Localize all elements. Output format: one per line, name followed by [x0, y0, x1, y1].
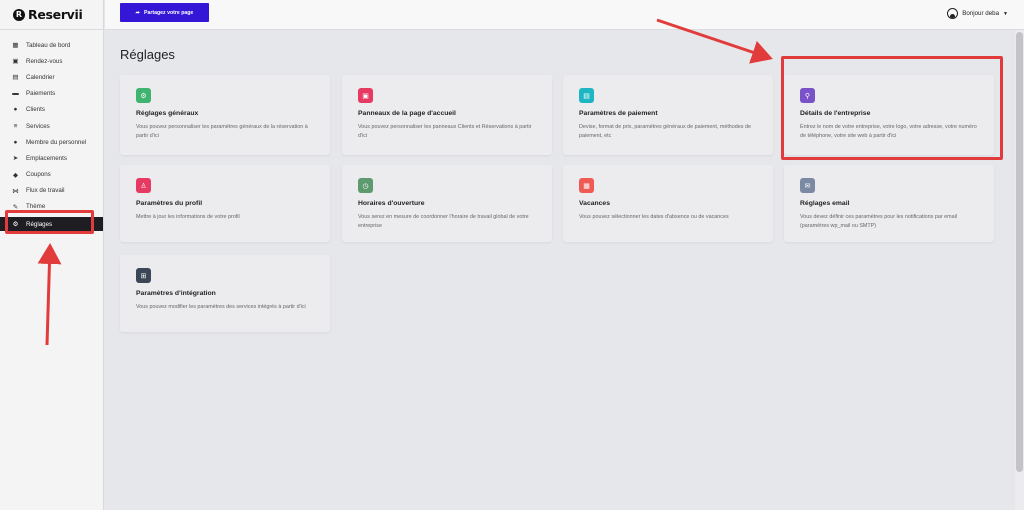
sidebar-nav: ▦ Tableau de bord ▣ Rendez-vous ▤ Calendrier ▬…	[0, 30, 103, 232]
card-description: Mettre à jour les informations de votre …	[136, 214, 240, 220]
vacation-calendar-icon: ▦	[579, 178, 594, 193]
email-icon: ✉	[800, 178, 815, 193]
highlight-box-business-details	[781, 56, 1003, 160]
integration-icon: ⊞	[136, 268, 151, 283]
card-description: Vous pouvez sélectionner les dates d'abs…	[579, 214, 729, 220]
brand-name: Reservii	[28, 7, 83, 22]
card-title: Horaires d'ouverture	[358, 200, 425, 207]
share-page-label: Partagez votre page	[144, 9, 194, 16]
payment-icon: ▤	[579, 88, 594, 103]
sidebar-item-services[interactable]: ≡ Services	[0, 118, 103, 134]
user-avatar-icon	[947, 8, 959, 19]
settings-card-vacation-calendar[interactable]: ▦ Vacances Vous pouvez sélectionner les da…	[563, 165, 773, 242]
brand-logo[interactable]: R Reservii	[0, 0, 103, 30]
sidebar-item-label: Calendrier	[26, 73, 55, 81]
sidebar-item-tableau-de-bord[interactable]: ▦ Tableau de bord	[0, 37, 103, 53]
settings-card-profile[interactable]: ♙ Paramètres du profil Mettre à jour les i…	[120, 165, 330, 242]
settings-card-clock[interactable]: ◷ Horaires d'ouverture Vous serez en mesur…	[342, 165, 552, 242]
card-description: Devise, format de prix, paramètres génér…	[579, 124, 751, 139]
share-icon: ➦	[135, 9, 141, 16]
clock-icon: ◷	[358, 178, 373, 193]
card-title: Réglages email	[800, 200, 850, 207]
card-description: Vous pouvez modifier les paramètres des …	[136, 304, 306, 310]
calendar-icon: ▤	[12, 74, 19, 82]
chevron-down-icon: ▼	[1003, 10, 1008, 17]
sidebar-item-label: Membre du personnel	[26, 138, 87, 146]
share-page-button[interactable]: ➦ Partagez votre page	[120, 3, 209, 22]
sidebar-item-label: Rendez-vous	[26, 57, 63, 65]
sidebar: R Reservii ▦ Tableau de bord ▣ Rendez-vous ▤…	[0, 0, 104, 510]
card-description: Vous pouvez personnaliser les panneaux C…	[358, 124, 532, 139]
page-title: Réglages	[120, 47, 175, 62]
user-icon: ●	[13, 138, 18, 146]
topbar: ➦ Partagez votre page Bonjour deba ▼	[105, 0, 1024, 30]
sidebar-item-clients[interactable]: ● Clients	[0, 102, 103, 118]
tag-icon: ◆	[13, 171, 18, 179]
card-title: Réglages généraux	[136, 110, 199, 117]
settings-card-email[interactable]: ✉ Réglages email Vous devez définir ces pa…	[784, 165, 994, 242]
user-menu[interactable]: Bonjour deba ▼	[947, 8, 1008, 19]
panel-icon: ▣	[358, 88, 373, 103]
gear-icon: ⚙	[136, 88, 151, 103]
settings-card-panel[interactable]: ▣ Panneaux de la page d'accueil Vous pouve…	[342, 75, 552, 155]
location-arrow-icon: ➤	[12, 155, 19, 163]
dashboard-icon: ▦	[12, 42, 19, 50]
sidebar-item-paiements[interactable]: ▬ Paiements	[0, 86, 103, 102]
sidebar-item-label: Coupons	[26, 171, 51, 179]
card-description: Vous devez définir ces paramètres pour l…	[800, 214, 958, 229]
sidebar-item-coupons[interactable]: ◆ Coupons	[0, 167, 103, 183]
highlight-box-reglages	[5, 210, 94, 234]
scrollbar-thumb[interactable]	[1016, 32, 1023, 472]
sidebar-item-label: Clients	[26, 106, 45, 114]
wallet-icon: ▬	[12, 90, 19, 98]
calendar-check-icon: ▣	[12, 58, 19, 66]
card-description: Vous pouvez personnaliser les paramètres…	[136, 124, 308, 139]
card-title: Vacances	[579, 200, 610, 207]
settings-card-gear[interactable]: ⚙ Réglages généraux Vous pouvez personnali…	[120, 75, 330, 155]
sidebar-item-emplacements[interactable]: ➤ Emplacements	[0, 150, 103, 166]
list-icon: ≡	[13, 122, 18, 130]
card-title: Panneaux de la page d'accueil	[358, 110, 456, 117]
settings-card-payment[interactable]: ▤ Paramètres de paiement Devise, format de…	[563, 75, 773, 155]
card-title: Paramètres d'intégration	[136, 290, 216, 297]
users-icon: ●	[13, 106, 18, 114]
sidebar-item-calendrier[interactable]: ▤ Calendrier	[0, 69, 103, 85]
card-title: Paramètres du profil	[136, 200, 203, 207]
sidebar-item-label: Tableau de bord	[26, 41, 71, 49]
sidebar-item-rendez-vous[interactable]: ▣ Rendez-vous	[0, 53, 103, 69]
user-greeting: Bonjour deba	[962, 10, 1000, 17]
sidebar-item-flux-de-travail[interactable]: ⋈ Flux de travail	[0, 183, 103, 199]
profile-icon: ♙	[136, 178, 151, 193]
sidebar-item-label: Paiements	[26, 90, 56, 98]
sidebar-item-label: Emplacements	[26, 154, 67, 162]
card-title: Paramètres de paiement	[579, 110, 658, 117]
card-description: Vous serez en mesure de coordonner l'hor…	[358, 214, 529, 229]
settings-card-integration[interactable]: ⊞ Paramètres d'intégration Vous pouvez mod…	[120, 255, 330, 332]
sidebar-item-label: Flux de travail	[26, 187, 65, 195]
workflow-icon: ⋈	[12, 187, 19, 195]
sidebar-item-membre-du-personnel[interactable]: ● Membre du personnel	[0, 134, 103, 150]
sidebar-item-label: Services	[26, 122, 50, 130]
logo-mark-icon: R	[13, 8, 25, 21]
